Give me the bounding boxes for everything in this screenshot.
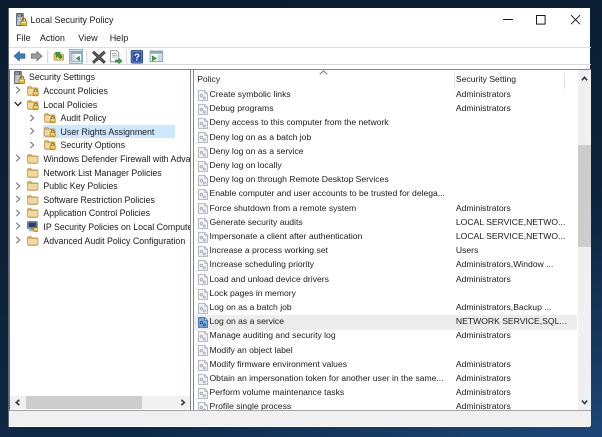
svg-text:?: ?: [134, 52, 140, 63]
